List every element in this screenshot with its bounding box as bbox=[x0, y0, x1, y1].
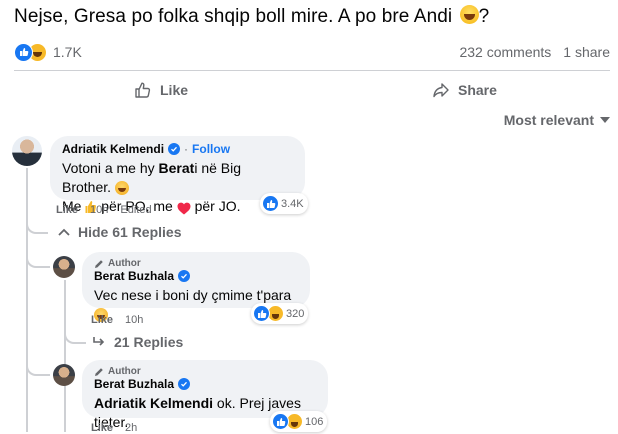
comment-time[interactable]: 10h bbox=[90, 204, 108, 216]
comment-reactions[interactable]: 3.4K bbox=[260, 193, 308, 214]
comment-like-button[interactable]: Like bbox=[91, 422, 113, 434]
separator-dot: · bbox=[184, 142, 189, 156]
avatar[interactable] bbox=[12, 136, 42, 166]
pencil-icon bbox=[95, 367, 103, 376]
hide-replies-label: Hide 61 Replies bbox=[78, 224, 182, 240]
shares-count[interactable]: 1 share bbox=[563, 44, 610, 60]
avatar[interactable] bbox=[53, 364, 75, 386]
comments-count[interactable]: 232 comments bbox=[459, 44, 551, 60]
comment-author-line: Berat Buzhala bbox=[94, 269, 298, 283]
comment-text-part: Votoni a me hy bbox=[62, 160, 159, 176]
verified-badge-icon bbox=[178, 270, 191, 282]
comment-actions: Like 10h Edited bbox=[56, 204, 152, 216]
sort-dropdown[interactable]: Most relevant bbox=[504, 112, 610, 128]
avatar[interactable] bbox=[53, 256, 75, 278]
hide-replies-button[interactable]: Hide 61 Replies bbox=[58, 224, 182, 240]
thread-line bbox=[26, 168, 28, 432]
thread-connector bbox=[26, 356, 50, 376]
thread-connector bbox=[26, 250, 50, 268]
comment-time[interactable]: 10h bbox=[125, 314, 143, 326]
rolling-laughing-emoji-icon bbox=[459, 5, 479, 25]
like-reaction-icon bbox=[272, 413, 289, 430]
pencil-icon bbox=[95, 259, 103, 268]
red-heart-emoji-icon bbox=[177, 201, 191, 215]
like-label: Like bbox=[160, 82, 189, 98]
comment-actions: Like 2h bbox=[91, 422, 137, 434]
view-replies-button[interactable]: 21 Replies bbox=[92, 334, 183, 350]
comment-actions: Like 10h bbox=[91, 314, 143, 326]
thread-line bbox=[64, 280, 66, 432]
thread-connector bbox=[26, 218, 48, 234]
comment-line-1: Votoni a me hy Berati në Big Brother. bbox=[62, 159, 293, 197]
chevron-up-icon bbox=[58, 228, 70, 236]
comment-author[interactable]: Berat Buzhala bbox=[94, 269, 174, 283]
comment-text-part: Vec nese i boni dy çmime t'para bbox=[94, 287, 292, 303]
comment-reaction-count: 320 bbox=[286, 307, 305, 320]
comment-like-button[interactable]: Like bbox=[91, 314, 113, 326]
share-label: Share bbox=[458, 82, 497, 98]
comment-author[interactable]: Adriatik Kelmendi bbox=[62, 142, 164, 156]
view-replies-label: 21 Replies bbox=[114, 334, 184, 350]
reaction-count: 1.7K bbox=[53, 44, 82, 60]
comment-bubble: Author Berat Buzhala Vec nese i boni dy … bbox=[82, 252, 310, 323]
author-badge: Author bbox=[94, 366, 316, 377]
smiling-emoji-icon bbox=[114, 181, 129, 196]
post-text: Nejse, Gresa po folka shqip boll mire. A… bbox=[14, 5, 490, 28]
reactions-summary[interactable]: 1.7K bbox=[14, 42, 82, 62]
comment-reactions[interactable]: 106 bbox=[270, 411, 328, 432]
comment-reactions[interactable]: 320 bbox=[251, 303, 309, 324]
comment-time[interactable]: 2h bbox=[125, 422, 137, 434]
comment-like-button[interactable]: Like bbox=[56, 204, 78, 216]
like-reaction-icon bbox=[253, 305, 270, 322]
post-text-body: Nejse, Gresa po folka shqip boll mire. A… bbox=[14, 6, 453, 27]
share-button[interactable]: Share bbox=[432, 80, 497, 100]
like-reaction-icon bbox=[262, 195, 279, 212]
author-badge: Author bbox=[94, 258, 298, 269]
comment-mention[interactable]: Adriatik Kelmendi bbox=[94, 395, 213, 411]
author-badge-label: Author bbox=[108, 258, 141, 269]
thumbs-up-icon bbox=[135, 82, 151, 98]
actions-divider bbox=[14, 70, 610, 71]
verified-badge-icon bbox=[168, 143, 181, 155]
comment-text-bold: Berat bbox=[158, 160, 195, 176]
comment-text-part: për JO. bbox=[194, 198, 241, 214]
post-question-mark: ? bbox=[478, 6, 490, 27]
thread-connector bbox=[64, 328, 86, 344]
like-button[interactable]: Like bbox=[134, 80, 188, 100]
comment-author-line: Adriatik Kelmendi · Follow bbox=[62, 142, 293, 156]
share-arrow-icon bbox=[433, 83, 449, 98]
like-reaction-icon bbox=[14, 42, 33, 62]
edited-label: Edited bbox=[120, 204, 152, 216]
comment-author[interactable]: Berat Buzhala bbox=[94, 377, 174, 391]
comment-bubble: Adriatik Kelmendi · Follow Votoni a me h… bbox=[50, 136, 305, 215]
verified-badge-icon bbox=[178, 378, 191, 390]
follow-button[interactable]: Follow bbox=[192, 142, 230, 156]
comment-reaction-count: 3.4K bbox=[281, 197, 304, 210]
reply-arrow-icon bbox=[93, 337, 105, 346]
sort-label: Most relevant bbox=[503, 112, 594, 128]
chevron-down-icon bbox=[600, 117, 610, 123]
comment-author-line: Berat Buzhala bbox=[94, 377, 316, 391]
post-meta: 232 comments 1 share bbox=[459, 44, 610, 60]
comment-bubble: Author Berat Buzhala Adriatik Kelmendi o… bbox=[82, 360, 328, 430]
author-badge-label: Author bbox=[108, 366, 141, 377]
comment-reaction-count: 106 bbox=[305, 415, 324, 428]
